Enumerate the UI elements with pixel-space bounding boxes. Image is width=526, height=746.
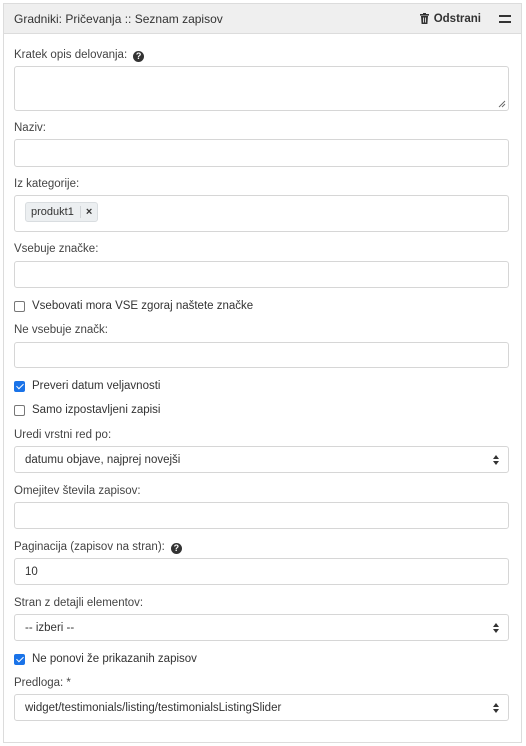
detail-page-value: -- izberi -- — [25, 622, 75, 634]
pagination-label: Paginacija (zapisov na stran):? — [14, 541, 182, 554]
select-caret-icon — [493, 703, 499, 713]
select-caret-icon — [493, 623, 499, 633]
panel-header: Gradniki: Pričevanja :: Seznam zapisov O… — [4, 4, 521, 34]
remove-label: Odstrani — [433, 12, 481, 25]
help-icon[interactable]: ? — [133, 51, 145, 62]
checkbox-label: Vsebovati mora VSE zgoraj naštete značke — [32, 300, 254, 312]
category-label: Iz kategorije: — [14, 178, 80, 190]
short-description-label: Kratek opis delovanja:? — [14, 49, 145, 62]
checkbox-label: Samo izpostavljeni zapisi — [32, 404, 161, 416]
hamburger-menu-icon[interactable] — [499, 14, 511, 24]
pagination-value: 10 — [25, 566, 38, 578]
category-tag: produkt1 × — [25, 202, 99, 222]
template-value: widget/testimonials/listing/testimonials… — [25, 702, 282, 714]
remove-button[interactable]: Odstrani — [419, 12, 481, 25]
select-caret-icon — [493, 455, 499, 465]
must-contain-all-checkbox[interactable]: Vsebovati mora VSE zgoraj naštete značke — [14, 300, 253, 312]
name-input[interactable] — [14, 139, 509, 167]
contains-tags-input[interactable] — [14, 261, 509, 288]
not-contains-tags-label: Ne vsebuje značk: — [14, 324, 108, 336]
name-label: Naziv: — [14, 122, 46, 134]
limit-input[interactable] — [14, 502, 509, 529]
order-by-label: Uredi vrstni red po: — [14, 429, 112, 441]
checkbox-label: Ne ponovi že prikazanih zapisov — [32, 653, 197, 665]
template-select[interactable]: widget/testimonials/listing/testimonials… — [14, 694, 509, 721]
detail-page-label: Stran z detajli elementov: — [14, 597, 144, 609]
contains-tags-label: Vsebuje značke: — [14, 243, 99, 255]
order-by-select[interactable]: datumu objave, najprej novejši — [14, 446, 509, 473]
no-repeat-checkbox[interactable]: Ne ponovi že prikazanih zapisov — [14, 653, 197, 665]
pagination-label-text: Paginacija (zapisov na stran): — [14, 541, 165, 553]
detail-page-select[interactable]: -- izberi -- — [14, 614, 509, 641]
checkbox-label: Preveri datum veljavnosti — [32, 380, 161, 392]
tag-remove-icon[interactable]: × — [79, 206, 97, 218]
panel-title: Gradniki: Pričevanja :: Seznam zapisov — [14, 11, 223, 26]
trash-icon — [419, 13, 429, 24]
tag-label: produkt1 — [31, 206, 74, 218]
help-icon[interactable]: ? — [170, 543, 182, 554]
checkbox-box[interactable] — [14, 380, 25, 392]
category-select[interactable]: produkt1 × — [14, 195, 509, 232]
limit-label: Omejitev števila zapisov: — [14, 485, 141, 497]
widget-panel: Gradniki: Pričevanja :: Seznam zapisov O… — [3, 3, 522, 743]
check-validity-checkbox[interactable]: Preveri datum veljavnosti — [14, 380, 160, 392]
featured-only-checkbox[interactable]: Samo izpostavljeni zapisi — [14, 404, 160, 416]
checkbox-box[interactable] — [14, 300, 25, 312]
checkbox-box[interactable] — [14, 404, 25, 416]
not-contains-tags-input[interactable] — [14, 342, 509, 368]
pagination-input[interactable]: 10 — [14, 558, 509, 585]
short-description-label-text: Kratek opis delovanja: — [14, 49, 128, 61]
resize-grip-icon[interactable] — [498, 100, 506, 108]
short-description-textarea[interactable] — [14, 66, 509, 111]
order-by-value: datumu objave, najprej novejši — [25, 454, 181, 466]
checkbox-box[interactable] — [14, 653, 25, 665]
template-label: Predloga: * — [14, 677, 71, 689]
